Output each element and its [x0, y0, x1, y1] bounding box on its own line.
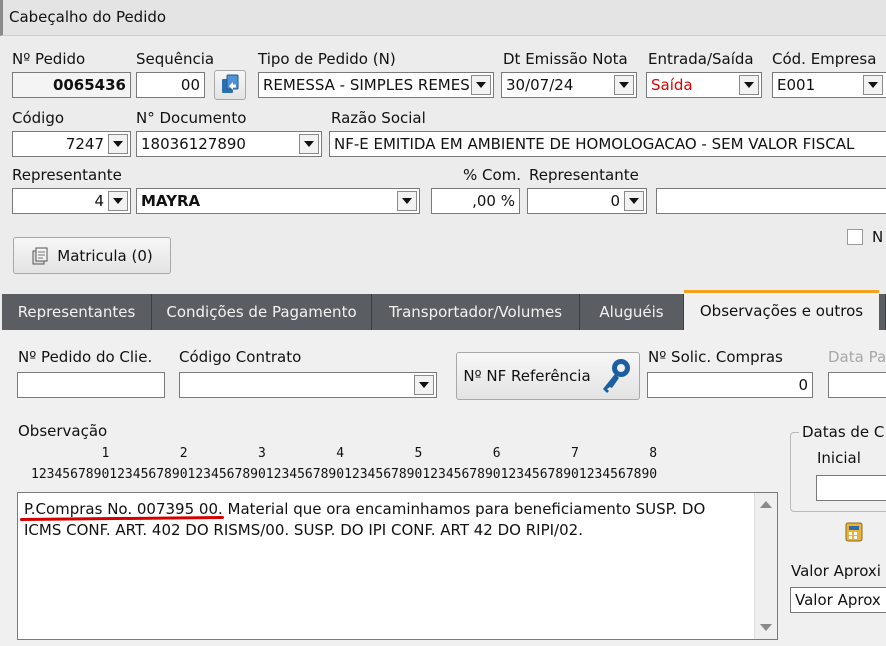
chevron-down-icon[interactable]: [108, 134, 128, 154]
scroll-up-icon[interactable]: [760, 501, 772, 508]
chevron-down-icon[interactable]: [471, 75, 491, 95]
pedido-field[interactable]: 0065436: [12, 72, 131, 98]
tab-condicoes-pagamento[interactable]: Condições de Pagamento: [152, 294, 372, 330]
valor-aprox-label: Valor Aproxi: [791, 562, 881, 580]
calculator-icon[interactable]: [843, 520, 867, 544]
documento-select[interactable]: 18036127890: [136, 131, 322, 157]
tab-alugueis[interactable]: Aluguéis: [580, 294, 684, 330]
representante-code-select[interactable]: 4: [12, 188, 131, 214]
ruler-units: 1234567890123456789012345678901234567890…: [31, 467, 658, 482]
dt-emissao-label: Dt Emissão Nota: [503, 50, 628, 68]
codigo-contrato-label: Código Contrato: [179, 348, 302, 366]
inicial-field[interactable]: [816, 475, 886, 501]
codigo-label: Código: [12, 109, 65, 127]
tab-overflow: [879, 294, 886, 330]
data-label: Data Pa: [828, 348, 886, 366]
key-icon: [602, 359, 630, 393]
entrada-saida-label: Entrada/Saída: [648, 50, 754, 68]
codigo-contrato-select[interactable]: [179, 372, 437, 398]
sequencia-field[interactable]: 00: [136, 72, 205, 98]
tab-observacoes-outros[interactable]: Observações e outros: [684, 290, 879, 330]
solic-compras-field[interactable]: 0: [647, 372, 813, 398]
scroll-down-icon[interactable]: [760, 624, 772, 631]
inicial-label: Inicial: [817, 449, 861, 467]
chevron-down-icon[interactable]: [739, 75, 759, 95]
datas-group-label: Datas de C: [799, 423, 886, 441]
codigo-select[interactable]: 7247: [12, 131, 131, 157]
cod-empresa-value: E001: [777, 76, 816, 94]
representante-code-value: 4: [94, 192, 104, 210]
sequencia-lookup-button[interactable]: [214, 70, 246, 100]
document-copy-icon: [222, 74, 239, 93]
chevron-down-icon[interactable]: [108, 191, 128, 211]
razao-social-label: Razão Social: [331, 109, 426, 127]
chevron-down-icon[interactable]: [414, 375, 434, 395]
data-field[interactable]: [828, 372, 886, 398]
checkbox-label: N: [872, 228, 884, 246]
cod-empresa-select[interactable]: E001: [772, 72, 886, 98]
comissao-label: % Com.: [463, 166, 522, 184]
observacao-textarea[interactable]: P.Compras No. 007395 00. Material que or…: [17, 492, 778, 640]
checkbox[interactable]: [847, 229, 863, 245]
documento-label: N° Documento: [136, 109, 247, 127]
tipo-pedido-select[interactable]: REMESSA - SIMPLES REMES: [258, 72, 494, 98]
chevron-down-icon[interactable]: [863, 75, 883, 95]
dt-emissao-value: 30/07/24: [506, 76, 574, 94]
solic-compras-label: Nº Solic. Compras: [648, 348, 783, 366]
razao-social-field[interactable]: NF-E EMITIDA EM AMBIENTE DE HOMOLOGACAO …: [329, 131, 886, 157]
representante2-code-value: 0: [610, 192, 620, 210]
pedido-cliente-field[interactable]: [17, 372, 165, 398]
matricula-button[interactable]: Matricula (0): [13, 237, 171, 274]
dt-emissao-field[interactable]: 30/07/24: [501, 72, 637, 98]
chevron-down-icon[interactable]: [397, 191, 417, 211]
tipo-pedido-label: Tipo de Pedido (N): [258, 50, 396, 68]
representante2-name-field[interactable]: [656, 188, 886, 214]
codigo-value: 7247: [65, 135, 104, 153]
cod-empresa-label: Cód. Empresa: [772, 50, 877, 68]
nf-referencia-label: Nº NF Referência: [463, 367, 591, 385]
valor-aprox-field[interactable]: Valor Aprox: [790, 587, 886, 613]
tab-representantes[interactable]: Representantes: [2, 294, 152, 330]
header-title: Cabeçalho do Pedido: [9, 8, 167, 26]
tipo-pedido-value: REMESSA - SIMPLES REMES: [263, 76, 470, 94]
observacao-label: Observação: [18, 422, 108, 440]
representante2-code-select[interactable]: 0: [527, 188, 647, 214]
entrada-saida-value: Saída: [651, 76, 693, 94]
chevron-down-icon[interactable]: [624, 191, 644, 211]
header-bar: Cabeçalho do Pedido: [0, 0, 886, 36]
representante2-label: Representante: [529, 166, 639, 184]
tab-bar: Representantes Condições de Pagamento Tr…: [0, 290, 886, 330]
documento-value: 18036127890: [141, 135, 246, 153]
observacao-line-2: ICMS CONF. ART. 402 DO RISMS/00. SUSP. D…: [24, 521, 583, 539]
documents-stack-icon: [32, 247, 48, 264]
calendar-dropdown-icon[interactable]: [614, 75, 634, 95]
representante-name-value: MAYRA: [141, 192, 201, 210]
representante-label: Representante: [12, 166, 122, 184]
nf-referencia-button[interactable]: Nº NF Referência: [456, 352, 640, 400]
tab-transportador-volumes[interactable]: Transportador/Volumes: [372, 294, 580, 330]
observacao-scrollbar[interactable]: [754, 493, 777, 639]
pedido-label: Nº Pedido: [12, 50, 86, 68]
sequencia-label: Sequência: [136, 50, 215, 68]
ruler-tens: 1 2 3 4 5 6 7 8: [31, 446, 658, 461]
matricula-button-label: Matricula (0): [57, 246, 153, 265]
entrada-saida-select[interactable]: Saída: [646, 72, 762, 98]
comissao-field[interactable]: ,00 %: [431, 188, 520, 214]
pedido-cliente-label: Nº Pedido do Clie.: [18, 348, 153, 366]
representante-name-select[interactable]: MAYRA: [136, 188, 420, 214]
chevron-down-icon[interactable]: [299, 134, 319, 154]
